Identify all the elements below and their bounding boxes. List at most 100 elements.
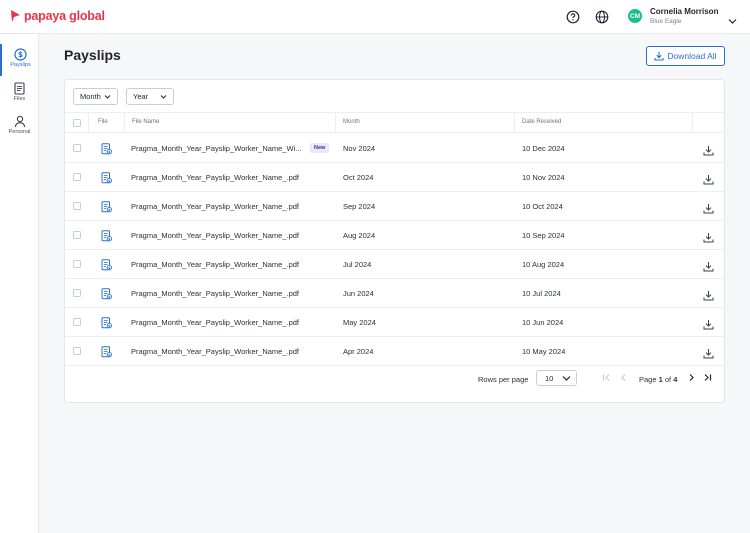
download-icon[interactable] — [703, 143, 714, 161]
month-cell: Aug 2024 — [343, 231, 376, 240]
row-checkbox[interactable] — [73, 173, 81, 181]
table-row[interactable]: $ Pragma_Month_Year_Payslip_Worker_Name_.… — [65, 279, 724, 308]
person-icon — [14, 115, 25, 128]
sidebar-item-files[interactable]: Files — [0, 78, 39, 110]
payslip-file-icon: $ — [101, 287, 112, 305]
chevron-down-icon — [562, 376, 571, 381]
help-icon[interactable] — [565, 9, 581, 25]
month-cell: May 2024 — [343, 318, 376, 327]
globe-icon[interactable] — [594, 9, 610, 25]
column-header-file: File — [98, 119, 108, 125]
download-icon[interactable] — [703, 259, 714, 277]
file-name-cell[interactable]: Pragma_Month_Year_Payslip_Worker_Name_.p… — [131, 173, 299, 182]
month-filter[interactable]: Month — [73, 88, 118, 105]
payslips-card: Month Year File File Name Month Date Rec… — [64, 79, 725, 403]
row-checkbox[interactable] — [73, 347, 81, 355]
row-checkbox[interactable] — [73, 144, 81, 152]
year-filter[interactable]: Year — [126, 88, 174, 105]
download-icon[interactable] — [703, 201, 714, 219]
file-name-cell[interactable]: Pragma_Month_Year_Payslip_Worker_Name_.p… — [131, 347, 299, 356]
month-cell: Oct 2024 — [343, 173, 374, 182]
month-cell: Jul 2024 — [343, 260, 372, 269]
payslip-file-icon: $ — [101, 258, 112, 276]
download-icon[interactable] — [703, 288, 714, 306]
file-icon — [14, 82, 25, 95]
table-row[interactable]: $ Pragma_Month_Year_Payslip_Worker_Name_.… — [65, 221, 724, 250]
page-indicator: Page 1 of 4 — [639, 375, 677, 384]
papaya-logo-icon — [11, 10, 20, 22]
page-prefix: Page — [639, 375, 657, 384]
rows-per-page-label: Rows per page — [478, 375, 529, 384]
year-filter-label: Year — [133, 92, 149, 101]
month-cell: Jun 2024 — [343, 289, 374, 298]
first-page-icon[interactable] — [602, 373, 611, 382]
brand-logo[interactable]: papaya global — [10, 9, 105, 23]
file-name-cell[interactable]: Pragma_Month_Year_Payslip_Worker_Name_.p… — [131, 231, 299, 240]
brand-name: papaya global — [24, 9, 105, 23]
date-received-cell: 10 Jun 2024 — [522, 318, 564, 327]
table-row[interactable]: $ Pragma_Month_Year_Payslip_Worker_Name_.… — [65, 192, 724, 221]
download-icon[interactable] — [703, 172, 714, 190]
table-row[interactable]: $ Pragma_Month_Year_Payslip_Worker_Name_.… — [65, 250, 724, 279]
page-title: Payslips — [64, 47, 121, 63]
row-checkbox[interactable] — [73, 231, 81, 239]
avatar[interactable]: CM — [628, 9, 642, 23]
download-icon — [654, 52, 664, 61]
sidebar: $ Payslips Files Personal — [0, 34, 39, 533]
download-icon[interactable] — [703, 346, 714, 364]
sidebar-item-label: Files — [13, 96, 26, 102]
rows-per-page-value: 10 — [545, 373, 554, 383]
column-header-month[interactable]: Month — [343, 119, 360, 125]
total-pages: 4 — [673, 375, 678, 384]
download-icon[interactable] — [703, 230, 714, 248]
select-all-checkbox[interactable] — [73, 119, 81, 127]
table-header: File File Name Month Date Received — [65, 112, 724, 133]
last-page-icon[interactable] — [703, 373, 712, 382]
download-all-label: Download All — [667, 51, 717, 61]
row-checkbox[interactable] — [73, 318, 81, 326]
new-badge: New — [310, 143, 330, 153]
row-checkbox[interactable] — [73, 289, 81, 297]
date-received-cell: 10 Dec 2024 — [522, 144, 565, 153]
file-name-cell[interactable]: Pragma_Month_Year_Payslip_Worker_Name_.p… — [131, 289, 299, 298]
current-page: 1 — [658, 375, 663, 384]
previous-page-icon[interactable] — [619, 373, 628, 382]
table-row[interactable]: $ Pragma_Month_Year_Payslip_Worker_Name_.… — [65, 308, 724, 337]
file-name-cell[interactable]: Pragma_Month_Year_Payslip_Worker_Name_Wi… — [131, 144, 302, 153]
top-bar: papaya global CM Cornelia Morrison Blue … — [0, 0, 750, 34]
row-checkbox[interactable] — [73, 260, 81, 268]
page-of: of — [664, 375, 672, 384]
chevron-down-icon — [104, 95, 111, 99]
table-row[interactable]: $ Pragma_Month_Year_Payslip_Worker_Name_.… — [65, 163, 724, 192]
svg-text:$: $ — [18, 50, 23, 59]
sidebar-item-label: Payslips — [10, 62, 31, 68]
payslip-file-icon: $ — [101, 345, 112, 363]
file-name-cell[interactable]: Pragma_Month_Year_Payslip_Worker_Name_.p… — [131, 318, 299, 327]
file-name-cell[interactable]: Pragma_Month_Year_Payslip_Worker_Name_.p… — [131, 260, 299, 269]
rows-per-page-select[interactable]: 10 — [536, 370, 577, 386]
file-name-cell[interactable]: Pragma_Month_Year_Payslip_Worker_Name_.p… — [131, 202, 299, 211]
month-cell: Apr 2024 — [343, 347, 374, 356]
table-row[interactable]: $ Pragma_Month_Year_Payslip_Worker_Name_W… — [65, 134, 724, 163]
column-header-file-name[interactable]: File Name — [132, 119, 159, 125]
download-all-button[interactable]: Download All — [646, 46, 725, 66]
next-page-icon[interactable] — [687, 373, 696, 382]
download-icon[interactable] — [703, 317, 714, 335]
chevron-down-icon[interactable] — [728, 12, 737, 30]
user-name: Cornelia Morrison — [650, 7, 719, 16]
payslip-file-icon: $ — [101, 200, 112, 218]
payslip-file-icon: $ — [101, 171, 112, 189]
date-received-cell: 10 Nov 2024 — [522, 173, 565, 182]
column-divider — [692, 113, 693, 133]
payslip-file-icon: $ — [101, 316, 112, 334]
table-row[interactable]: $ Pragma_Month_Year_Payslip_Worker_Name_.… — [65, 337, 724, 366]
date-received-cell: 10 Sep 2024 — [522, 231, 565, 240]
row-checkbox[interactable] — [73, 202, 81, 210]
payslip-file-icon: $ — [101, 229, 112, 247]
sidebar-item-payslips[interactable]: $ Payslips — [0, 44, 39, 76]
user-team: Blue Eagle — [650, 18, 682, 25]
sidebar-item-personal[interactable]: Personal — [0, 111, 39, 143]
month-cell: Sep 2024 — [343, 202, 376, 211]
chevron-down-icon — [160, 95, 167, 99]
column-header-date-received[interactable]: Date Received — [522, 119, 561, 125]
